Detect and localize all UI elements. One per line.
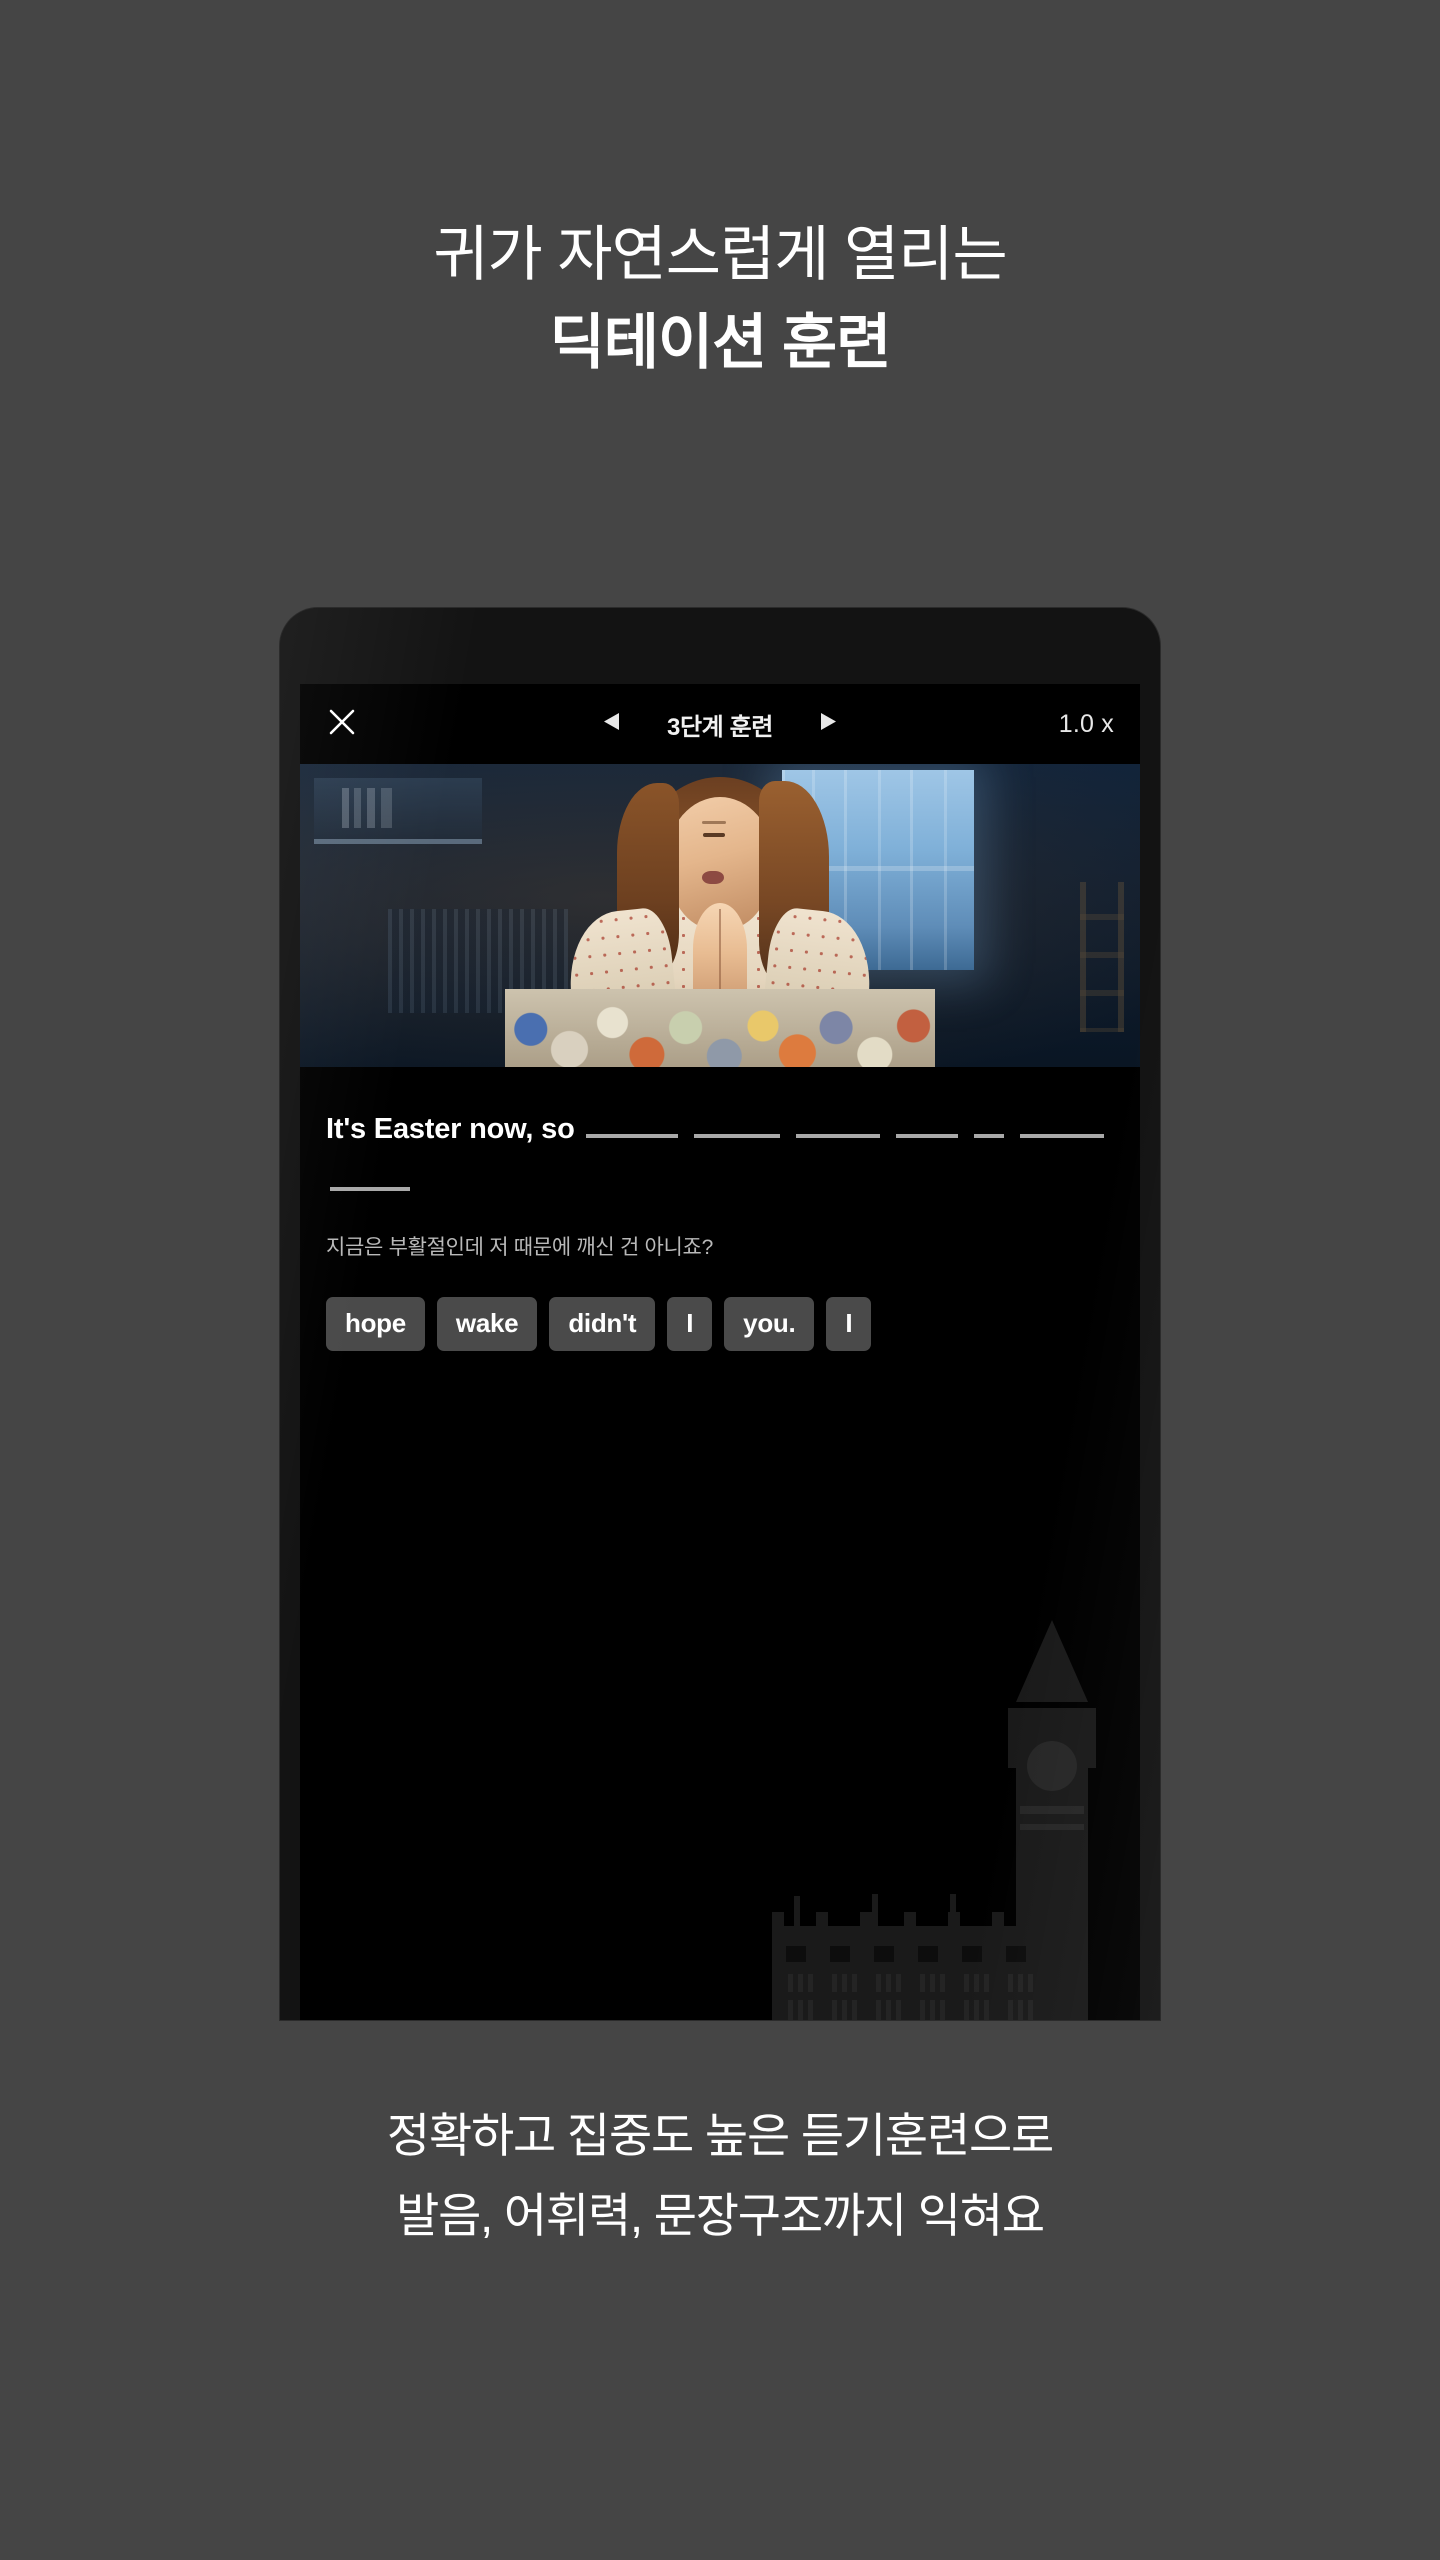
word-chip[interactable]: didn't — [549, 1297, 656, 1351]
word-chip[interactable]: I — [667, 1297, 713, 1351]
app-bar: 3단계 훈련 1.0 x — [300, 684, 1140, 764]
playback-speed-button[interactable]: 1.0 x — [1059, 710, 1114, 739]
phone-mockup: 3단계 훈련 1.0 x It's Easter now, so 지금은 부활절… — [280, 608, 1160, 2020]
answer-blank[interactable] — [796, 1114, 881, 1138]
answer-blank[interactable] — [330, 1167, 410, 1191]
right-eyebrow — [702, 821, 726, 824]
word-chip[interactable]: wake — [436, 1297, 538, 1351]
app-bar-title: 3단계 훈련 — [667, 713, 773, 741]
page-title: 귀가 자연스럽게 열리는 딕테이션 훈련 — [0, 212, 1440, 388]
word-bank: hope wake didn't I you. I — [326, 1297, 1114, 1351]
previous-step-button[interactable] — [599, 711, 623, 737]
video-still-image — [300, 764, 1140, 1067]
headline-line-1: 귀가 자연스럽게 열리는 — [433, 221, 1007, 288]
next-step-button[interactable] — [817, 711, 841, 737]
dictation-panel: It's Easter now, so 지금은 부활절인데 저 때문에 깨신 건… — [300, 1067, 1140, 1351]
answer-blank[interactable] — [1019, 1114, 1104, 1138]
korean-translation: 지금은 부활절인데 저 때문에 깨신 건 아니죠? — [326, 1236, 713, 1259]
word-chip[interactable]: you. — [724, 1297, 815, 1351]
shelf — [314, 778, 482, 844]
patchwork-quilt — [505, 989, 935, 1067]
big-ben-silhouette — [720, 1620, 1140, 2020]
answer-blank[interactable] — [896, 1114, 959, 1138]
video-player[interactable] — [300, 764, 1140, 1067]
mouth — [702, 871, 724, 884]
word-chip[interactable]: I — [826, 1297, 872, 1351]
right-eye-closed — [703, 833, 725, 837]
caption-line-1: 정확하고 집중도 높은 듣기훈련으로 — [386, 2109, 1054, 2162]
dictation-sentence: It's Easter now, so — [326, 1103, 1114, 1209]
answer-blank[interactable] — [586, 1114, 679, 1138]
phone-screen: 3단계 훈련 1.0 x It's Easter now, so 지금은 부활절… — [300, 684, 1140, 2020]
page-caption: 정확하고 집중도 높은 듣기훈련으로 발음, 어휘력, 문장구조까지 익혀요 — [0, 2096, 1440, 2256]
triangle-right-icon — [820, 712, 837, 736]
answer-blank[interactable] — [973, 1114, 1004, 1138]
headline-line-2: 딕테이션 훈련 — [549, 309, 892, 376]
girl-figure — [505, 771, 935, 1067]
answer-blank[interactable] — [694, 1114, 781, 1138]
ladder — [1080, 882, 1124, 1032]
sentence-prefix: It's Easter now, so — [326, 1113, 575, 1145]
word-chip[interactable]: hope — [326, 1297, 425, 1351]
caption-line-2: 발음, 어휘력, 문장구조까지 익혀요 — [396, 2189, 1045, 2242]
triangle-left-icon — [603, 712, 620, 736]
step-navigator: 3단계 훈련 — [300, 707, 1140, 742]
promo-page: 귀가 자연스럽게 열리는 딕테이션 훈련 3단계 훈련 1.0 x It's E… — [0, 0, 1440, 2560]
